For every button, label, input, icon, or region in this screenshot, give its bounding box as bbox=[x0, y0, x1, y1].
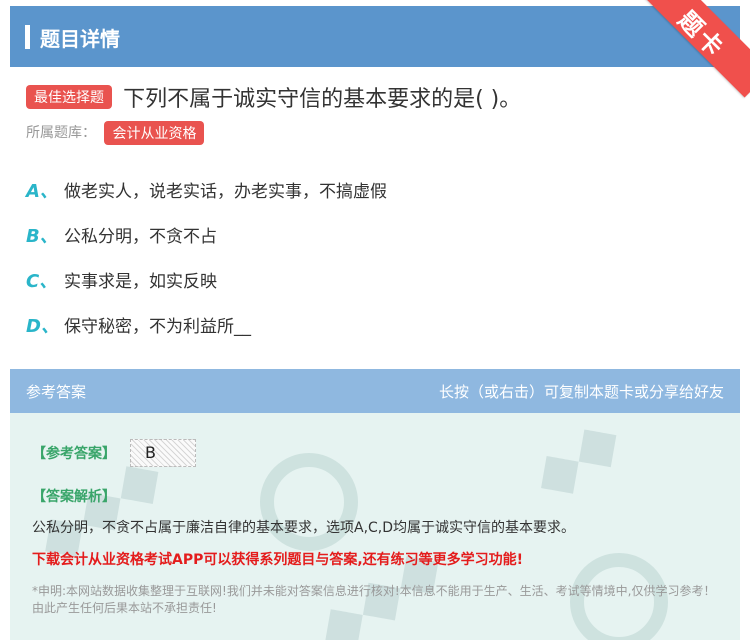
disclaimer-text: *申明:本网站数据收集整理于互联网!我们并未能对答案信息进行核对!本信息不能用于… bbox=[32, 584, 716, 615]
option-letter: D、 bbox=[26, 316, 59, 337]
option-letter: A、 bbox=[26, 181, 58, 202]
question-row: 最佳选择题 下列不属于诚实守信的基本要求的是( )。 bbox=[26, 81, 522, 112]
option-c[interactable]: C、 实事求是，如实反映 bbox=[26, 267, 217, 293]
watermark: ◆◆ bbox=[518, 413, 635, 514]
explanation-text: 公私分明，不贪不占属于廉洁自律的基本要求，选项A,C,D均属于诚实守信的基本要求… bbox=[32, 520, 576, 536]
source-label: 所属题库： bbox=[26, 125, 96, 141]
header-accent-bar bbox=[25, 25, 30, 49]
reference-answer-label: 【参考答案】 bbox=[32, 446, 116, 462]
reference-answer-value: B bbox=[145, 443, 156, 462]
option-text: 公私分明，不贪不占 bbox=[64, 227, 217, 247]
option-letter: B、 bbox=[26, 226, 58, 247]
option-d[interactable]: D、 保守秘密，不为利益所__ bbox=[26, 312, 251, 338]
option-text: 保守秘密，不为利益所__ bbox=[64, 317, 251, 337]
share-hint: 长按（或右击）可复制本题卡或分享给好友 bbox=[438, 383, 724, 401]
page-header: 题目详情 bbox=[10, 6, 740, 67]
answer-title: 参考答案 bbox=[26, 383, 87, 401]
app-promo-link[interactable]: 下载会计从业资格考试APP可以获得系列题目与答案,还有练习等更多学习功能! bbox=[32, 549, 523, 569]
explanation-label: 【答案解析】 bbox=[32, 489, 116, 505]
reference-answer-box: B bbox=[130, 439, 196, 467]
question-source: 所属题库： 会计从业资格 bbox=[26, 121, 205, 145]
answer-header: 参考答案 长按（或右击）可复制本题卡或分享给好友 bbox=[10, 369, 740, 413]
answer-body: ◆◆◆ ◆◆ ◆◆◆ 【参考答案】 B 【答案解析】 公私分明，不贪不占属于廉洁… bbox=[10, 413, 740, 640]
source-badge[interactable]: 会计从业资格 bbox=[104, 121, 205, 145]
option-b[interactable]: B、 公私分明，不贪不占 bbox=[26, 222, 217, 248]
question-text: 下列不属于诚实守信的基本要求的是( )。 bbox=[123, 87, 522, 112]
option-text: 实事求是，如实反映 bbox=[64, 272, 217, 292]
option-a[interactable]: A、 做老实人，说老实话，办老实事，不搞虚假 bbox=[26, 177, 387, 203]
option-letter: C、 bbox=[26, 271, 58, 292]
page-title: 题目详情 bbox=[40, 27, 120, 51]
option-text: 做老实人，说老实话，办老实事，不搞虚假 bbox=[64, 182, 387, 202]
question-type-badge: 最佳选择题 bbox=[26, 85, 112, 109]
